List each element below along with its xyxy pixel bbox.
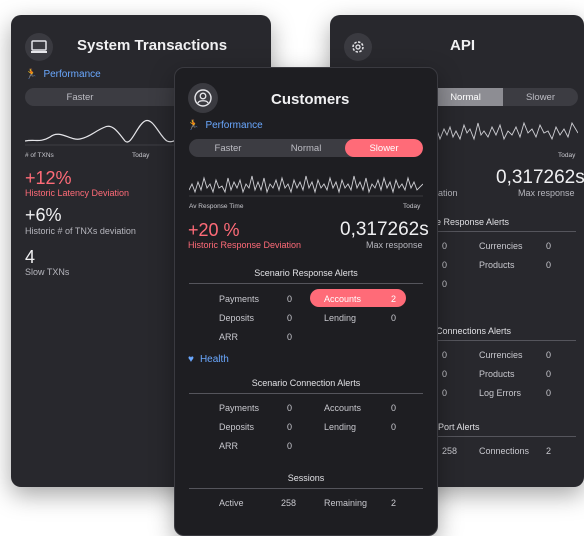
conn-row2-value-a: 0 <box>442 369 448 379</box>
resp-row1-value-a: 0 <box>442 241 448 251</box>
customers-card: Customers 🏃 Performance Faster Normal Sl… <box>174 67 438 536</box>
response-alerts-title: Scenario Response Alerts <box>254 268 358 278</box>
sessions-remaining-label: Remaining <box>324 498 368 508</box>
chart-left-label: # of TXNs <box>25 152 54 159</box>
resp-row2-name: Products <box>479 260 515 270</box>
resp-row2-value-a: 0 <box>442 260 448 270</box>
conn-row1-value2: 0 <box>391 403 397 413</box>
user-avatar-icon <box>188 83 218 113</box>
card-title: System Transactions <box>77 37 228 54</box>
slow-txns-label: Slow TXNs <box>25 267 70 277</box>
chart-right-label: Today <box>132 152 150 159</box>
conn-row2-value1: 0 <box>287 422 293 432</box>
chart-right-label: Today <box>403 203 421 210</box>
resp-row2-value1: 0 <box>287 313 293 323</box>
conn-row1-value1: 0 <box>287 403 293 413</box>
deviation-label-partial: iation <box>436 188 458 198</box>
performance-label: Performance <box>43 69 101 80</box>
conn-row1-name: Currencies <box>479 350 523 360</box>
conn-row2-value2: 0 <box>391 422 397 432</box>
segment-faster[interactable]: Faster <box>25 88 135 106</box>
divider <box>434 340 576 341</box>
txn-deviation-label: Historic # of TNXs deviation <box>25 226 136 236</box>
card-title: API <box>450 37 476 54</box>
divider <box>189 393 423 394</box>
card-title: Customers <box>271 91 350 108</box>
segment-normal[interactable]: Normal <box>428 88 503 106</box>
performance-row[interactable]: 🏃 Performance <box>187 120 263 131</box>
max-response-label: Max response <box>366 240 423 250</box>
response-alerts-title: e Response Alerts <box>436 217 510 227</box>
response-deviation-label: Historic Response Deviation <box>188 240 302 250</box>
divider <box>189 488 423 489</box>
resp-row2-value2: 0 <box>391 313 397 323</box>
conn-row2-name2: Lending <box>324 422 357 432</box>
response-time-sparkline <box>189 175 423 197</box>
resp-row1-name1: Payments <box>219 294 260 304</box>
divider <box>434 231 576 232</box>
health-label: Health <box>199 354 229 365</box>
resp-row3-value1: 0 <box>287 332 293 342</box>
txn-deviation-value: +6% <box>25 205 62 225</box>
speed-segmented-control[interactable]: Normal Slower <box>428 88 578 106</box>
divider <box>434 436 576 437</box>
conn-row1-name1: Payments <box>219 403 260 413</box>
segment-faster[interactable]: Faster <box>189 139 267 157</box>
resp-row2-value: 0 <box>546 260 552 270</box>
resp-row3-value-a: 0 <box>442 279 448 289</box>
divider <box>189 283 423 284</box>
gear-icon <box>344 33 372 61</box>
conn-row3-value: 0 <box>546 388 552 398</box>
latency-value: +12% <box>25 168 72 188</box>
sessions-remaining-value: 2 <box>391 498 397 508</box>
resp-row2-name2: Lending <box>324 313 357 323</box>
resp-row1-value2: 2 <box>391 294 397 304</box>
resp-row1-value: 0 <box>546 241 552 251</box>
connections-alerts-title: Connections Alerts <box>436 326 512 336</box>
segment-slower[interactable]: Slower <box>503 88 578 106</box>
conn-row1-value: 0 <box>546 350 552 360</box>
performance-row[interactable]: 🏃 Performance <box>25 69 101 80</box>
conn-row1-value-a: 0 <box>442 350 448 360</box>
running-icon: 🏃 <box>187 120 200 131</box>
speed-segmented-control[interactable]: Faster Normal Slower <box>189 139 423 157</box>
conn-row1-name2: Accounts <box>324 403 362 413</box>
port-row-value: 2 <box>546 446 552 456</box>
resp-row1-name2: Accounts <box>324 294 362 304</box>
max-response-value: 0,317262s <box>496 167 584 188</box>
max-response-label: Max response <box>518 188 575 198</box>
conn-row2-name: Products <box>479 369 515 379</box>
resp-row1-name: Currencies <box>479 241 523 251</box>
conn-row2-name1: Deposits <box>219 422 255 432</box>
port-row-value-a: 258 <box>442 446 458 456</box>
conn-row3-name1: ARR <box>219 441 239 451</box>
running-icon: 🏃 <box>25 69 38 80</box>
health-row[interactable]: ♥ Health <box>188 354 229 365</box>
latency-label: Historic Latency Deviation <box>25 188 130 198</box>
resp-row3-name1: ARR <box>219 332 239 342</box>
performance-label: Performance <box>205 120 263 131</box>
sessions-active-label: Active <box>219 498 244 508</box>
conn-row3-value1: 0 <box>287 441 293 451</box>
resp-row1-value1: 0 <box>287 294 293 304</box>
chart-right-label: Today <box>558 152 576 159</box>
max-response-value: 0,317262s <box>340 219 429 240</box>
heart-icon: ♥ <box>188 354 194 365</box>
chart-left-label: Av Response Time <box>189 203 244 210</box>
resp-row2-name1: Deposits <box>219 313 255 323</box>
conn-row2-value: 0 <box>546 369 552 379</box>
port-alerts-title: Port Alerts <box>438 422 480 432</box>
segment-normal[interactable]: Normal <box>267 139 345 157</box>
sessions-title: Sessions <box>287 473 325 483</box>
sessions-active-value: 258 <box>281 498 297 508</box>
conn-row3-name: Log Errors <box>479 388 522 398</box>
slow-txns-value: 4 <box>25 247 36 267</box>
connection-alerts-title: Scenario Connection Alerts <box>251 378 361 388</box>
port-row-name: Connections <box>479 446 530 456</box>
response-deviation-value: +20 % <box>188 220 240 240</box>
segment-slower[interactable]: Slower <box>345 139 423 157</box>
monitor-icon <box>25 33 53 61</box>
conn-row3-value-a: 0 <box>442 388 448 398</box>
api-sparkline <box>434 121 578 141</box>
